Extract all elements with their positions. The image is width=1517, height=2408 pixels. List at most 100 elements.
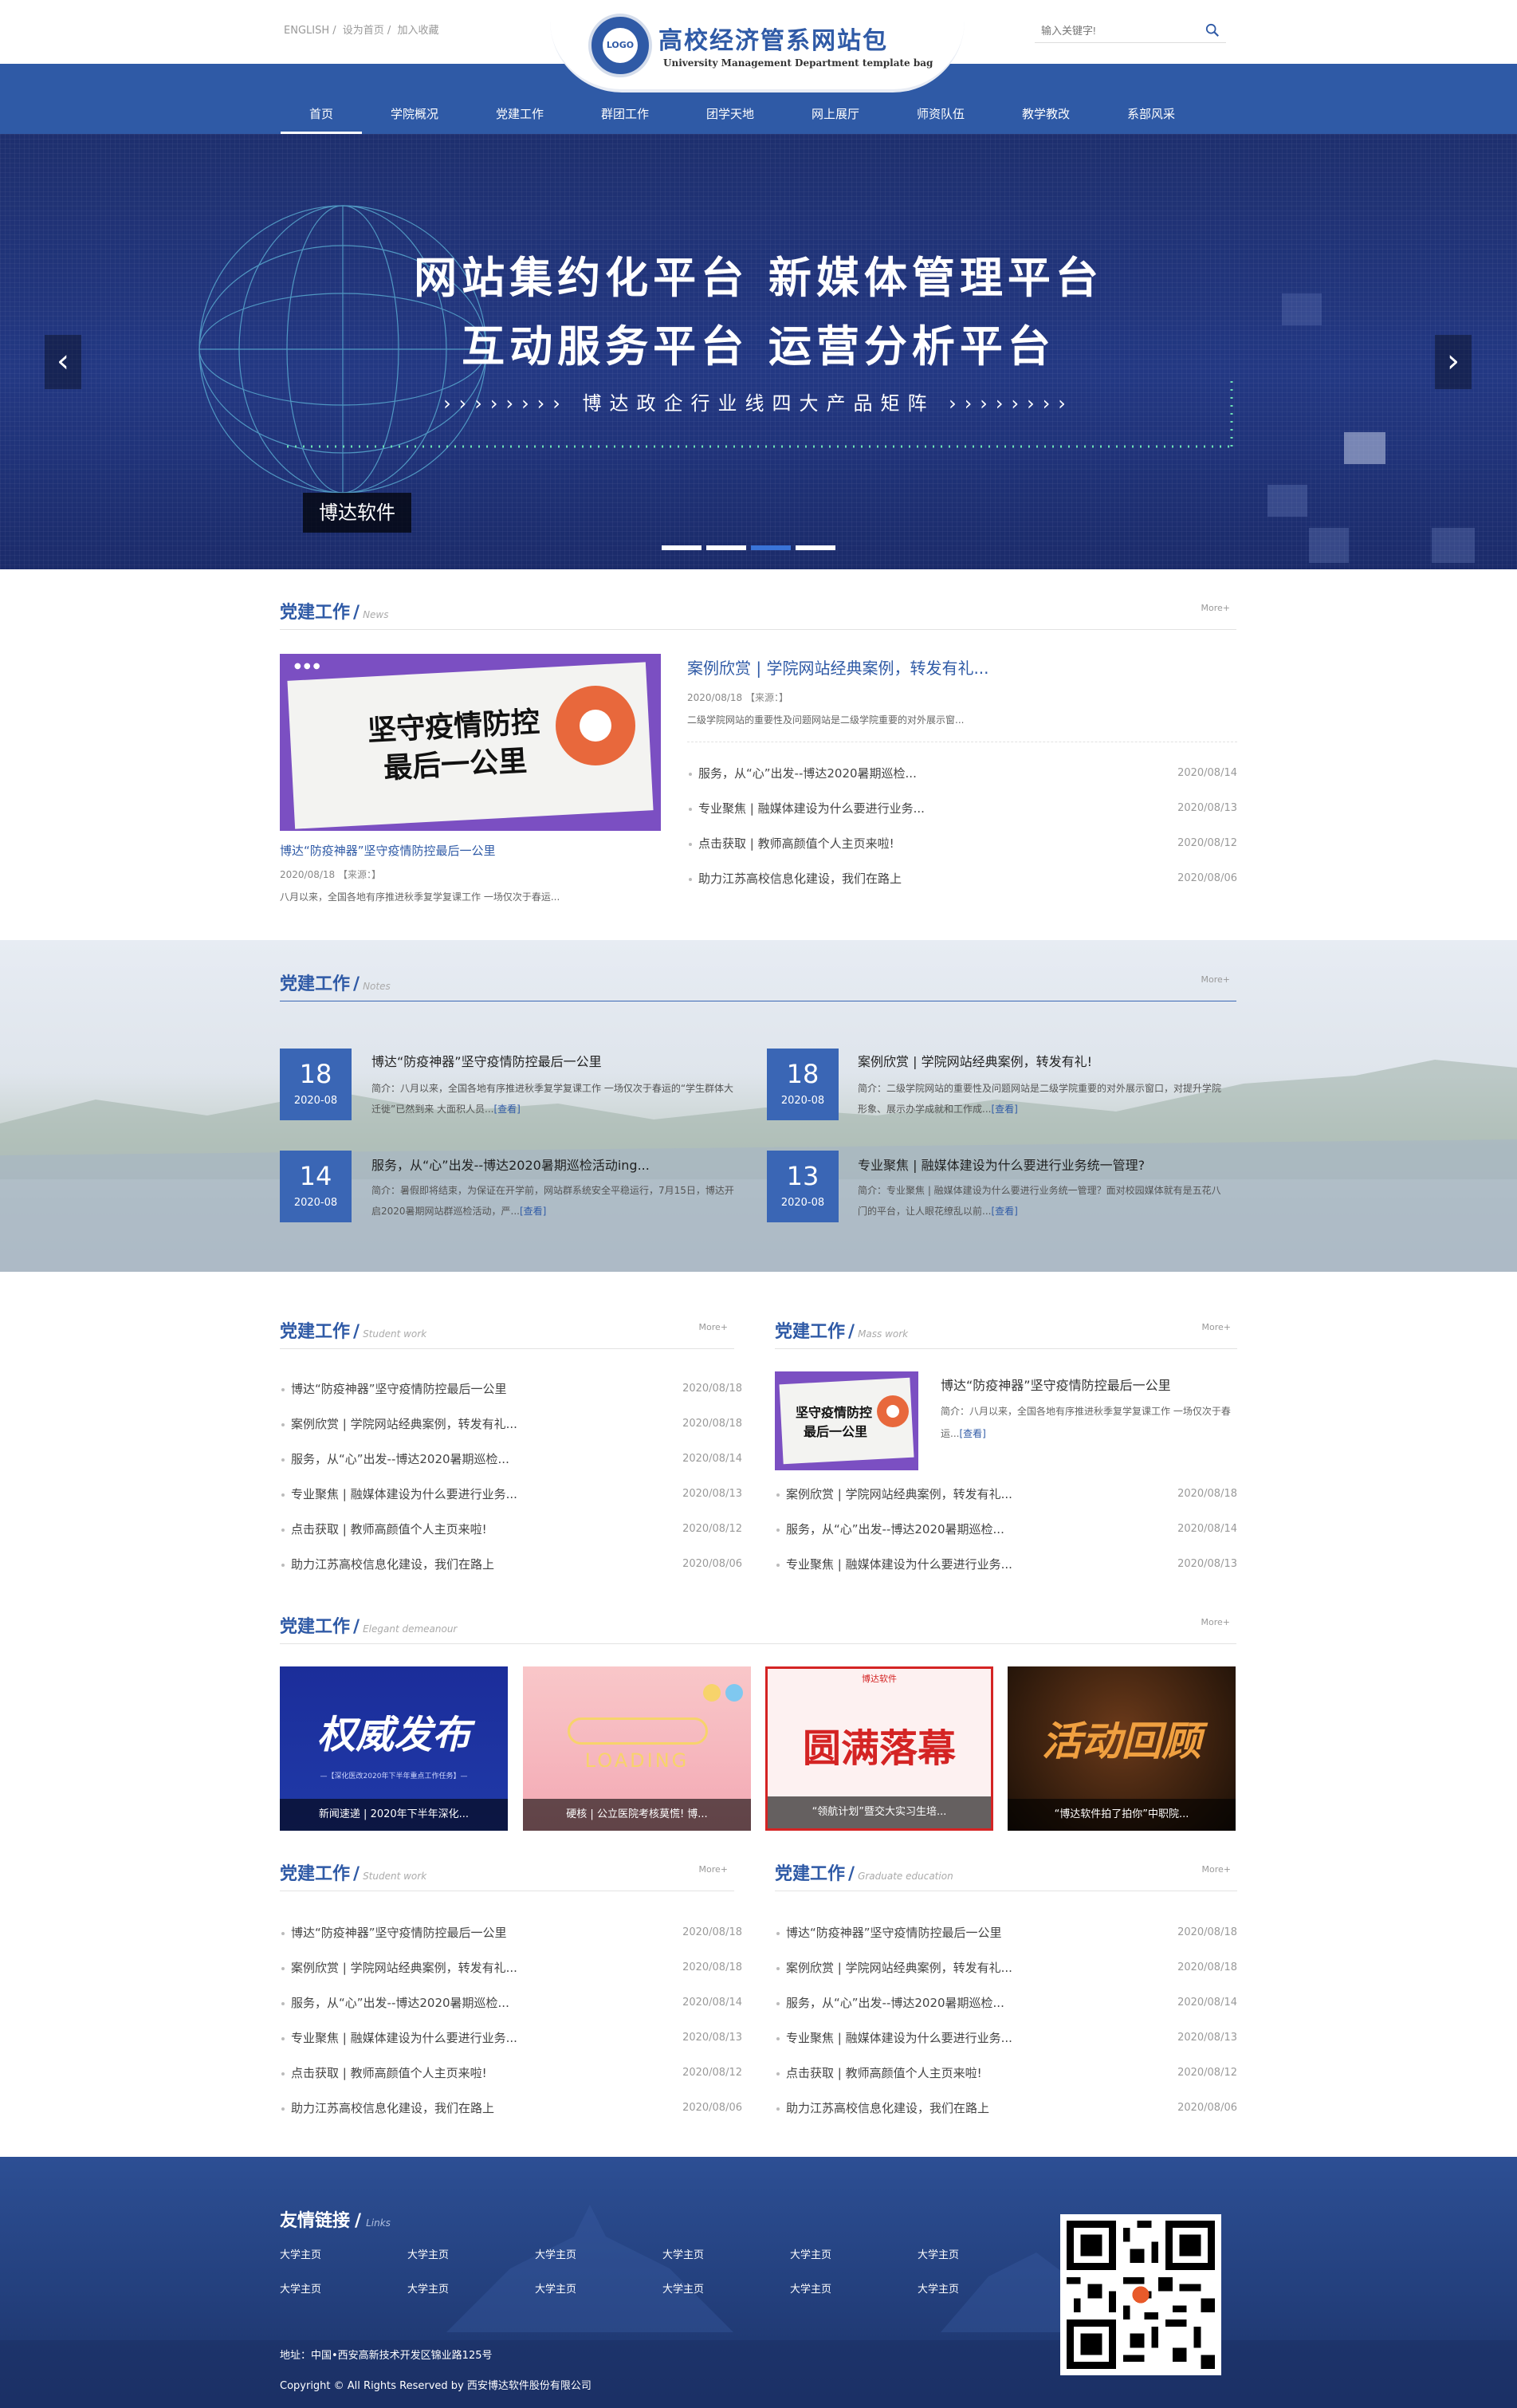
list-item[interactable]: 专业聚焦 | 融媒体建设为什么要进行业务... 2020/08/13	[687, 791, 1237, 826]
friend-link[interactable]: 大学主页	[662, 2246, 790, 2261]
list-item[interactable]: 点击获取 | 教师高颜值个人主页来啦! 2020/08/12	[687, 826, 1237, 861]
gallery-item[interactable]: LOADING 硬核 | 公立医院考核莫慌! 博...	[523, 1666, 751, 1831]
list-item[interactable]: 案例欣赏 | 学院网站经典案例，转发有礼... 2020/08/18	[775, 1950, 1237, 1985]
more-link[interactable]: More+	[699, 1864, 729, 1875]
date-badge: 18 2020-08	[767, 1049, 839, 1120]
list-item[interactable]: 专业聚焦 | 融媒体建设为什么要进行业务... 2020/08/13	[775, 2020, 1237, 2056]
friend-link[interactable]: 大学主页	[280, 2246, 407, 2261]
news-feature-image[interactable]: ● ● ● 坚守疫情防控 最后一公里	[280, 654, 661, 831]
banner-dot[interactable]	[706, 545, 746, 550]
list-item[interactable]: 点击获取 | 教师高颜值个人主页来啦! 2020/08/12	[775, 2056, 1237, 2091]
list-item[interactable]: 案例欣赏 | 学院网站经典案例，转发有礼... 2020/08/18	[775, 1477, 1237, 1512]
more-link[interactable]: More+	[1201, 603, 1231, 613]
friend-link[interactable]: 大学主页	[407, 2280, 535, 2296]
banner-dot-active[interactable]	[751, 545, 791, 550]
list-item[interactable]: 博达“防疫神器”坚守疫情防控最后一公里 2020/08/18	[280, 1371, 742, 1407]
section-gallery-header: 党建工作 / Elegant demeanour More+	[280, 1612, 1236, 1644]
list-item[interactable]: 专业聚焦 | 融媒体建设为什么要进行业务... 2020/08/13	[280, 2020, 742, 2056]
nav-teaching[interactable]: 教学教改	[993, 94, 1098, 134]
date-badge: 13 2020-08	[767, 1151, 839, 1222]
notice-view-link[interactable]: [查看]	[991, 1206, 1017, 1217]
notice-title[interactable]: 服务，从“心”出发--博达2020暑期巡检活动ing...	[371, 1155, 650, 1174]
logo[interactable]: LOGO	[588, 14, 652, 77]
nav-about[interactable]: 学院概况	[362, 94, 467, 134]
search-input[interactable]	[1035, 19, 1194, 41]
list-item[interactable]: 服务，从“心”出发--博达2020暑期巡检... 2020/08/14	[687, 756, 1237, 791]
notice-title[interactable]: 专业聚焦 | 融媒体建设为什么要进行业务统一管理?	[858, 1155, 1145, 1174]
list-item[interactable]: 助力江苏高校信息化建设，我们在路上 2020/08/06	[280, 1547, 742, 1582]
more-link[interactable]: More+	[1201, 1617, 1231, 1627]
site-title: 高校经济管系网站包	[658, 27, 888, 55]
mass-work-image[interactable]: 坚守疫情防控 最后一公里	[775, 1371, 918, 1470]
news-list: 案例欣赏 | 学院网站经典案例，转发有礼... 2020/08/18 服务，从“心…	[775, 1477, 1237, 1582]
footer-copyright: Copyright © All Rights Reserved by 西安博达软…	[280, 2380, 591, 2392]
notice-view-link[interactable]: [查看]	[991, 1104, 1017, 1115]
friend-link[interactable]: 大学主页	[790, 2246, 918, 2261]
banner-dot[interactable]	[662, 545, 702, 550]
friend-link[interactable]: 大学主页	[918, 2246, 1045, 2261]
friend-link[interactable]: 大学主页	[918, 2280, 1045, 2296]
notice-title[interactable]: 案例欣赏 | 学院网站经典案例，转发有礼!	[858, 1051, 1092, 1070]
section-news-header: 党建工作 / News More+	[280, 598, 1236, 630]
nav-groups[interactable]: 群团工作	[572, 94, 678, 134]
nav-youth[interactable]: 团学天地	[678, 94, 783, 134]
list-item[interactable]: 助力江苏高校信息化建设，我们在路上 2020/08/06	[687, 861, 1237, 896]
list-item[interactable]: 服务，从“心”出发--博达2020暑期巡检... 2020/08/14	[280, 1985, 742, 2020]
banner-headline-1: 网站集约化平台 新媒体管理平台	[414, 253, 1103, 303]
section-subtitle: Graduate education	[858, 1871, 953, 1882]
link-set-homepage[interactable]: 设为首页 /	[343, 25, 391, 37]
list-item[interactable]: 案例欣赏 | 学院网站经典案例，转发有礼... 2020/08/18	[280, 1407, 742, 1442]
friend-link[interactable]: 大学主页	[280, 2280, 407, 2296]
notice-view-link[interactable]: [查看]	[493, 1104, 520, 1115]
banner-prev-arrow-icon[interactable]: ‹	[45, 335, 81, 389]
list-item[interactable]: 专业聚焦 | 融媒体建设为什么要进行业务... 2020/08/13	[280, 1477, 742, 1512]
list-item[interactable]: 博达“防疫神器”坚守疫情防控最后一公里 2020/08/18	[775, 1915, 1237, 1950]
news-feature-title[interactable]: 博达“防疫神器”坚守疫情防控最后一公里	[280, 842, 496, 859]
list-item[interactable]: 案例欣赏 | 学院网站经典案例，转发有礼... 2020/08/18	[280, 1950, 742, 1985]
friend-link[interactable]: 大学主页	[407, 2246, 535, 2261]
banner-next-arrow-icon[interactable]: ›	[1435, 335, 1472, 389]
more-link[interactable]: More+	[1202, 1322, 1232, 1332]
list-item[interactable]: 点击获取 | 教师高颜值个人主页来啦! 2020/08/12	[280, 1512, 742, 1547]
gallery-item[interactable]: 权威发布 —【深化医改2020年下半年重点工作任务】— 新闻速递 | 2020年…	[280, 1666, 508, 1831]
link-english[interactable]: ENGLISH /	[284, 25, 336, 37]
mass-work-feature-title[interactable]: 博达“防疫神器”坚守疫情防控最后一公里	[941, 1375, 1171, 1394]
list-item[interactable]: 专业聚焦 | 融媒体建设为什么要进行业务... 2020/08/13	[775, 1547, 1237, 1582]
list-item[interactable]: 博达“防疫神器”坚守疫情防控最后一公里 2020/08/18	[280, 1915, 742, 1950]
notice-view-link[interactable]: [查看]	[520, 1206, 546, 1217]
friend-link[interactable]: 大学主页	[662, 2280, 790, 2296]
list-item[interactable]: 助力江苏高校信息化建设，我们在路上 2020/08/06	[775, 2091, 1237, 2126]
friend-link[interactable]: 大学主页	[535, 2280, 662, 2296]
site-subtitle: University Management Department templat…	[663, 57, 933, 69]
deco-square	[1344, 432, 1385, 464]
search-icon[interactable]	[1205, 23, 1220, 37]
list-item[interactable]: 服务，从“心”出发--博达2020暑期巡检... 2020/08/14	[775, 1985, 1237, 2020]
footer-title: 友情链接	[280, 2211, 351, 2231]
nav-departments[interactable]: 系部风采	[1098, 94, 1204, 134]
nav-home[interactable]: 首页	[281, 94, 362, 134]
news-headline-title[interactable]: 案例欣赏 | 学院网站经典案例，转发有礼...	[687, 655, 989, 679]
section-student-work-header: 党建工作 / Student work More+	[280, 1317, 734, 1349]
friend-link[interactable]: 大学主页	[790, 2280, 918, 2296]
more-link[interactable]: More+	[1201, 974, 1231, 985]
list-item[interactable]: 助力江苏高校信息化建设，我们在路上 2020/08/06	[280, 2091, 742, 2126]
friend-link[interactable]: 大学主页	[535, 2246, 662, 2261]
gallery-caption: “领航计划”暨交大实习生培...	[768, 1796, 991, 1828]
more-link[interactable]: More+	[699, 1322, 729, 1332]
list-item[interactable]: 点击获取 | 教师高颜值个人主页来啦! 2020/08/12	[280, 2056, 742, 2091]
more-link[interactable]: More+	[1202, 1864, 1232, 1875]
nav-exhibition[interactable]: 网上展厅	[783, 94, 888, 134]
gallery-item[interactable]: 活动回顾 “博达软件拍了拍你”中职院...	[1008, 1666, 1236, 1831]
list-item[interactable]: 服务，从“心”出发--博达2020暑期巡检... 2020/08/14	[280, 1442, 742, 1477]
date-badge: 18 2020-08	[280, 1049, 352, 1120]
view-link[interactable]: [查看]	[959, 1428, 985, 1439]
poster-circle	[556, 686, 635, 765]
nav-faculty[interactable]: 师资队伍	[888, 94, 993, 134]
link-add-favorite[interactable]: 加入收藏	[397, 25, 438, 37]
list-item[interactable]: 服务，从“心”出发--博达2020暑期巡检... 2020/08/14	[775, 1512, 1237, 1547]
nav-party[interactable]: 党建工作	[467, 94, 572, 134]
banner-caption[interactable]: 博达软件	[303, 493, 411, 533]
banner-dot[interactable]	[796, 545, 835, 550]
notice-title[interactable]: 博达“防疫神器”坚守疫情防控最后一公里	[371, 1051, 602, 1070]
gallery-item[interactable]: 博达软件 圆满落幕 “领航计划”暨交大实习生培...	[765, 1666, 993, 1831]
